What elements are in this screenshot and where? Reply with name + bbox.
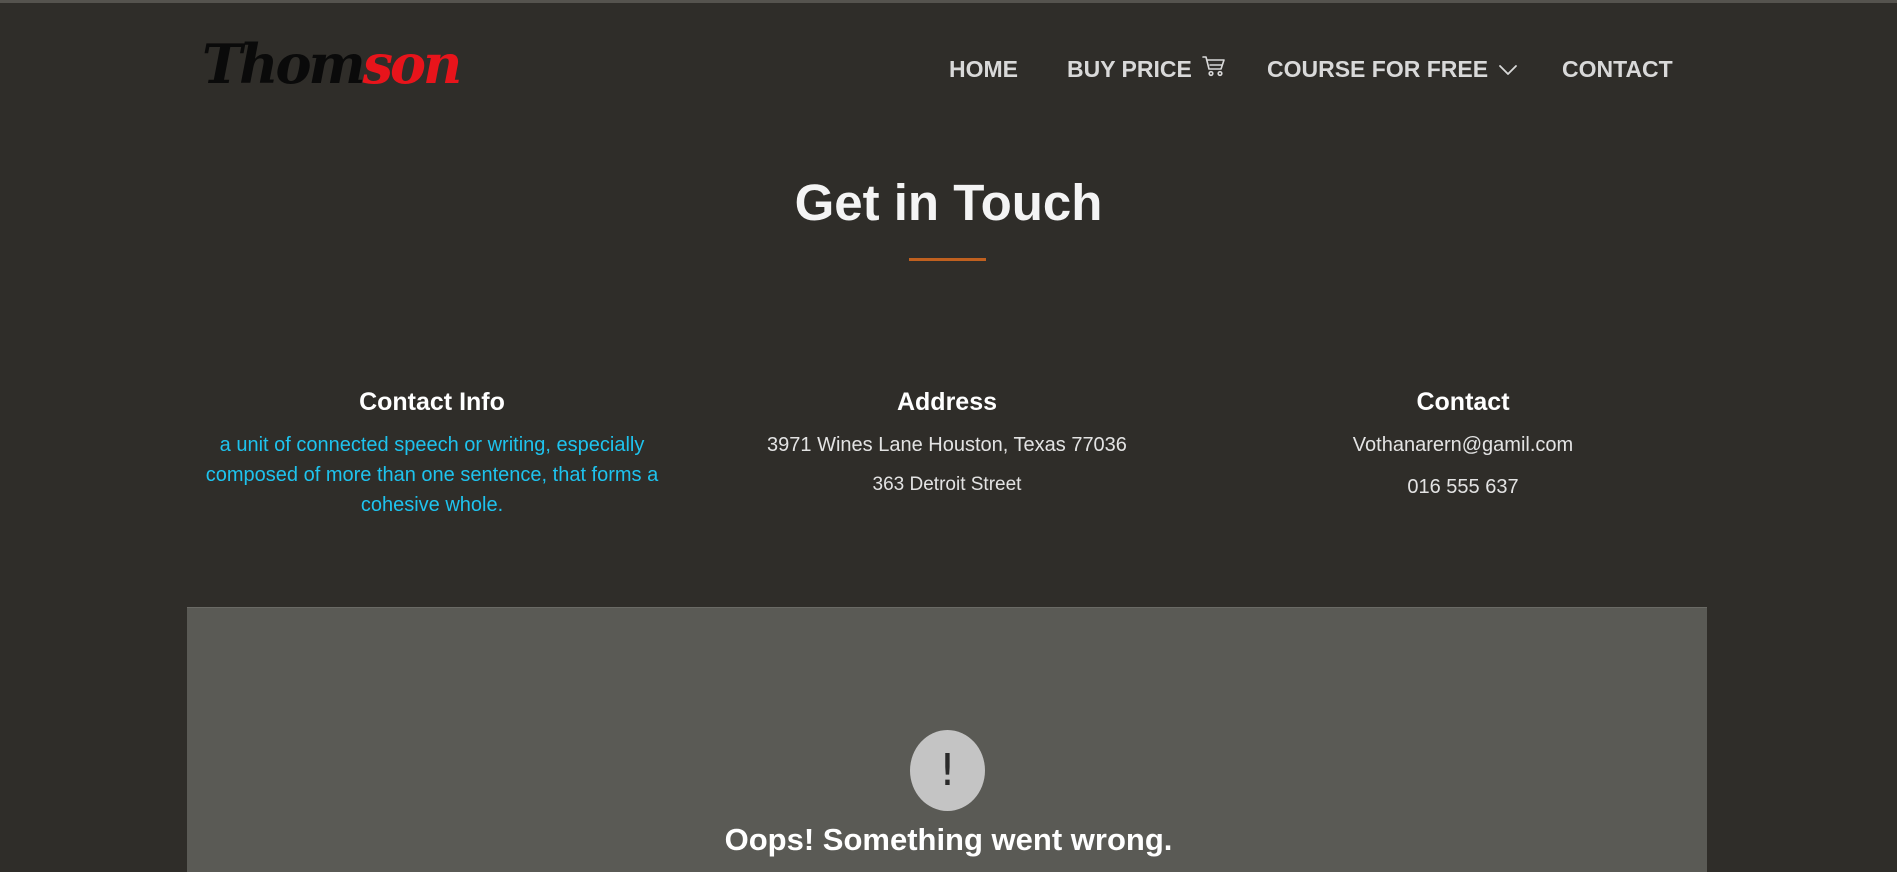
contact-info-line: composed of more than one sentence, that… <box>205 464 659 486</box>
nav-buy-price-label: BUY PRICE <box>1067 56 1192 82</box>
address-line-1: 3971 Wines Lane Houston, Texas 77036 <box>767 434 1127 456</box>
contact-info-heading: Contact Info <box>359 388 505 416</box>
nav-course-for-free[interactable]: COURSE FOR FREE <box>1267 52 1518 86</box>
nav-home-label: HOME <box>949 56 1018 82</box>
address-heading: Address <box>896 388 998 416</box>
top-border <box>0 0 1897 3</box>
nav-contact[interactable]: CONTACT <box>1562 52 1673 86</box>
contact-info-column: Contact Info a unit of connected speech … <box>197 386 667 520</box>
contact-info-line: cohesive whole. <box>360 494 504 516</box>
address-line-2: 363 Detroit Street <box>872 474 1022 495</box>
main-nav: HOME BUY PRICE COURSE FOR FREE CONTACT <box>0 52 1897 86</box>
cart-icon <box>1202 52 1226 86</box>
map-error-message: Oops! Something went wrong. <box>724 822 1173 857</box>
nav-contact-label: CONTACT <box>1562 56 1673 82</box>
contact-info-line: a unit of connected speech or writing, e… <box>219 434 645 456</box>
title-underline <box>909 258 986 261</box>
contact-info-text: a unit of connected speech or writing, e… <box>197 430 667 520</box>
nav-home[interactable]: HOME <box>949 52 1018 86</box>
nav-course-for-free-label: COURSE FOR FREE <box>1267 56 1489 82</box>
contact-heading: Contact <box>1416 388 1510 416</box>
nav-buy-price[interactable]: BUY PRICE <box>1067 52 1226 86</box>
contact-email[interactable]: Vothanarern@gamil.com <box>1228 430 1698 460</box>
page-title: Get in Touch <box>794 174 1103 231</box>
address-column: Address 3971 Wines Lane Houston, Texas 7… <box>712 386 1182 500</box>
exclamation-icon: ! <box>910 730 985 811</box>
contact-phone[interactable]: 016 555 637 <box>1228 472 1698 502</box>
contact-column: Contact Vothanarern@gamil.com 016 555 63… <box>1228 386 1698 502</box>
chevron-down-icon <box>1498 52 1518 86</box>
